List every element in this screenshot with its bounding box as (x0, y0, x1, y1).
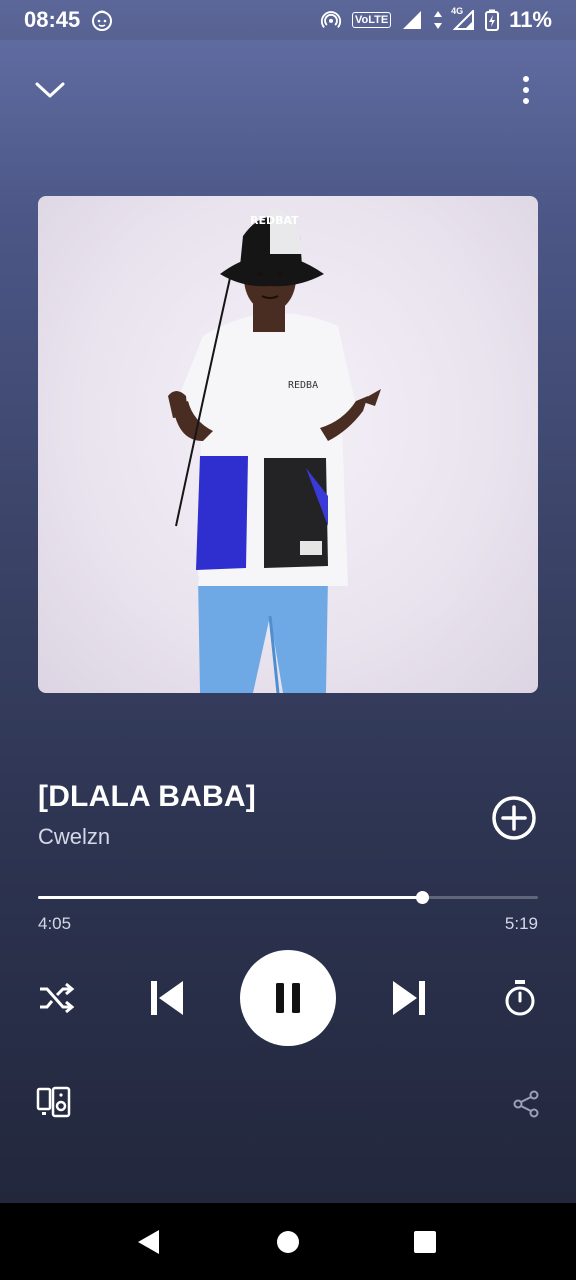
seek-bar[interactable] (38, 888, 538, 908)
hotspot-icon (320, 9, 342, 31)
back-triangle-icon (138, 1229, 159, 1254)
player-screen: 08:45 VoLTE 4G 11% REDBA REDBAT [DLALA B… (0, 0, 576, 1203)
collapse-button[interactable] (30, 70, 70, 110)
home-circle-icon (277, 1230, 299, 1253)
playback-controls (0, 950, 576, 1046)
nav-back-button[interactable] (118, 1203, 178, 1280)
more-options-button[interactable] (506, 70, 546, 110)
share-icon (513, 1090, 539, 1118)
hat-logo-text: REDBAT (250, 214, 299, 227)
volte-badge: VoLTE (351, 12, 392, 28)
album-artwork: REDBA REDBAT (38, 196, 538, 693)
recents-square-icon (414, 1230, 436, 1253)
nav-recents-button[interactable] (395, 1203, 455, 1280)
add-to-library-button[interactable] (490, 794, 538, 842)
share-button[interactable] (506, 1084, 546, 1124)
skip-previous-icon (151, 981, 183, 1015)
play-pause-button[interactable] (240, 950, 336, 1046)
signal-icon (401, 10, 423, 30)
pause-icon (276, 983, 300, 1013)
connect-device-icon (36, 1086, 71, 1118)
add-circle-icon (492, 796, 536, 840)
shirt-logo-text: REDBA (288, 380, 318, 391)
time-labels: 4:05 5:19 (38, 914, 538, 934)
nav-home-button[interactable] (258, 1203, 318, 1280)
face-icon (90, 8, 114, 32)
shuffle-icon (40, 982, 75, 1014)
network-type-label: 4G (451, 6, 464, 16)
data-arrows-icon (433, 10, 443, 30)
track-artist[interactable]: Cwelzn (38, 824, 538, 850)
battery-icon (485, 9, 500, 31)
more-vertical-icon (523, 76, 529, 104)
previous-button[interactable] (144, 976, 190, 1020)
status-bar: 08:45 VoLTE 4G 11% (0, 0, 576, 40)
player-footer (0, 1080, 576, 1124)
track-info: [DLALA BABA] Cwelzn (38, 780, 538, 860)
skip-next-icon (393, 981, 425, 1015)
shuffle-button[interactable] (34, 978, 78, 1018)
elapsed-time: 4:05 (38, 914, 72, 933)
seek-thumb[interactable] (416, 891, 429, 904)
connect-device-button[interactable] (34, 1082, 74, 1122)
chevron-down-icon (35, 82, 65, 98)
artwork-illustration: REDBA REDBAT (168, 208, 381, 693)
sleep-timer-icon (505, 980, 535, 1016)
total-duration: 5:19 (504, 914, 538, 933)
sleep-timer-button[interactable] (498, 976, 542, 1020)
signal-4g-icon: 4G (451, 6, 475, 30)
battery-percent: 11% (509, 7, 552, 32)
status-time: 08:45 (24, 7, 81, 32)
seek-progress (38, 896, 422, 899)
next-button[interactable] (386, 976, 432, 1020)
player-top-bar (0, 60, 576, 120)
track-title: [DLALA BABA] (38, 780, 256, 813)
system-navigation-bar (0, 1203, 576, 1280)
